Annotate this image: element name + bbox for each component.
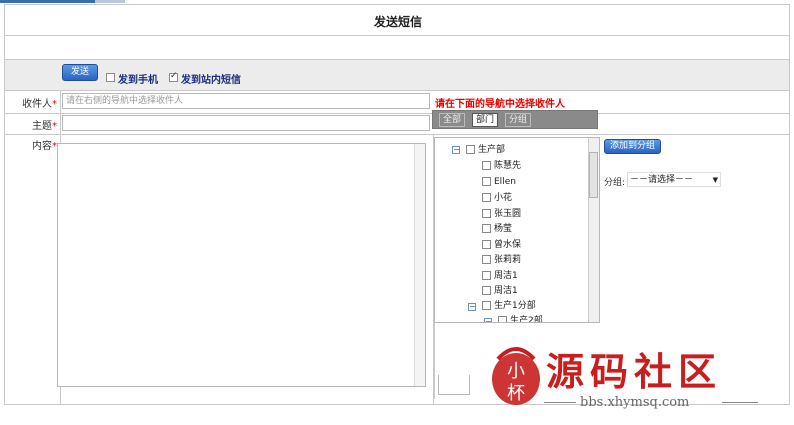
content-scrollbar[interactable] [414, 144, 425, 386]
content-label: 内容* [32, 141, 57, 152]
top-accent-bar-light [95, 0, 125, 3]
send-to-inbox-label: 发到站内短信 [181, 75, 241, 86]
subject-input[interactable] [62, 115, 430, 131]
recipient-input[interactable]: 请在右侧的导航中选择收件人 [62, 93, 430, 109]
blank-row [5, 35, 789, 60]
add-to-group-button[interactable]: 添加到分组 [604, 139, 661, 154]
tree-lower-area [434, 323, 600, 399]
top-accent-bar [0, 0, 95, 3]
row-divider [5, 113, 789, 114]
group-select-value: －－请选择－－ [630, 175, 694, 185]
collapse-icon[interactable]: − [452, 146, 460, 154]
dropdown-arrow-icon: ▼ [712, 176, 718, 184]
department-tree: − 生产部 陈慧先 Ellen 小花 张玉圆 杨莹 曾水保 张莉莉 周洁1 周洁… [434, 137, 600, 323]
tab-group[interactable]: 分组 [505, 113, 532, 127]
recipient-hint: 请在下面的导航中选择收件人 [435, 99, 565, 110]
tab-all[interactable]: 全部 [439, 113, 466, 127]
send-to-inbox-checkbox[interactable] [169, 71, 178, 82]
collapse-icon[interactable]: − [468, 303, 476, 311]
send-button[interactable]: 发送 [62, 64, 98, 81]
group-label: 分组: [604, 178, 626, 188]
group-select[interactable]: －－请选择－－ ▼ [627, 172, 721, 187]
recipient-nav-tabs: 全部 部门 分组 [432, 110, 598, 129]
tree-scrollbar[interactable] [588, 138, 599, 322]
subject-label: 主题* [32, 121, 57, 132]
content-textarea[interactable] [57, 143, 426, 387]
checkbox-icon [466, 145, 475, 154]
recipient-label: 收件人* [22, 99, 57, 110]
row-divider [5, 134, 789, 135]
action-toolbar: 发送 发到手机 发到站内短信 [5, 60, 789, 91]
send-to-phone-label: 发到手机 [118, 75, 158, 86]
send-to-phone-checkbox[interactable] [106, 73, 115, 82]
tree-scroll-thumb[interactable] [589, 152, 598, 198]
tree-lower-box [438, 375, 470, 395]
tab-department[interactable]: 部门 [472, 113, 499, 127]
page-title: 发送短信 [373, 15, 422, 29]
